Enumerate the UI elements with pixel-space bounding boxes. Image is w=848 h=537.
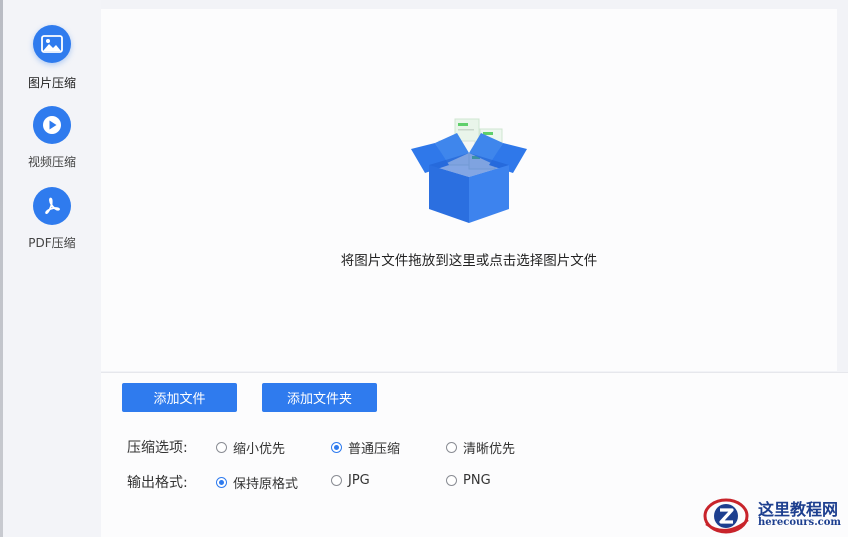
radio-label: 清晰优先 xyxy=(463,442,516,457)
watermark-logo-icon xyxy=(703,498,749,534)
radio-format-png[interactable]: PNG xyxy=(446,473,491,488)
sidebar-item-video-compress[interactable]: 视频压缩 xyxy=(3,106,101,176)
output-format-label: 输出格式: xyxy=(127,475,188,491)
sidebar-item-label: PDF压缩 xyxy=(28,236,76,250)
radio-circle xyxy=(331,442,342,453)
radio-label: 普通压缩 xyxy=(348,442,401,457)
radio-format-original[interactable]: 保持原格式 xyxy=(216,473,298,492)
compression-options-label: 压缩选项: xyxy=(127,440,188,456)
sidebar-item-pdf-compress[interactable]: PDF压缩 xyxy=(3,187,101,257)
radio-label: 保持原格式 xyxy=(233,477,299,492)
add-file-button[interactable]: 添加文件 xyxy=(122,383,237,412)
add-folder-button[interactable]: 添加文件夹 xyxy=(262,383,377,412)
sidebar-item-label: 视频压缩 xyxy=(27,155,76,169)
image-icon xyxy=(33,25,71,63)
radio-format-jpg[interactable]: JPG xyxy=(331,473,370,488)
sidebar-item-image-compress[interactable]: 图片压缩 xyxy=(3,25,101,95)
open-box-icon xyxy=(411,118,527,223)
radio-compress-normal[interactable]: 普通压缩 xyxy=(331,438,400,457)
radio-circle xyxy=(446,442,457,453)
radio-circle xyxy=(446,475,457,486)
radio-label: 缩小优先 xyxy=(233,442,286,457)
dropzone-hint: 将图片文件拖放到这里或点击选择图片文件 xyxy=(340,253,598,269)
sidebar-item-label: 图片压缩 xyxy=(27,76,76,90)
radio-label: PNG xyxy=(463,473,491,488)
radio-circle xyxy=(216,442,227,453)
watermark-url: herecours.com xyxy=(758,517,842,528)
radio-compress-smaller[interactable]: 缩小优先 xyxy=(216,438,285,457)
pdf-icon xyxy=(33,187,71,225)
file-dropzone[interactable]: 将图片文件拖放到这里或点击选择图片文件 xyxy=(101,9,837,371)
radio-circle xyxy=(216,477,227,488)
play-icon xyxy=(33,106,71,144)
radio-compress-clarity[interactable]: 清晰优先 xyxy=(446,438,515,457)
radio-circle xyxy=(331,475,342,486)
sidebar: 图片压缩 视频压缩 PDF压缩 xyxy=(3,0,101,537)
radio-label: JPG xyxy=(348,473,370,488)
site-watermark: 这里教程网 herecours.com xyxy=(700,494,848,537)
